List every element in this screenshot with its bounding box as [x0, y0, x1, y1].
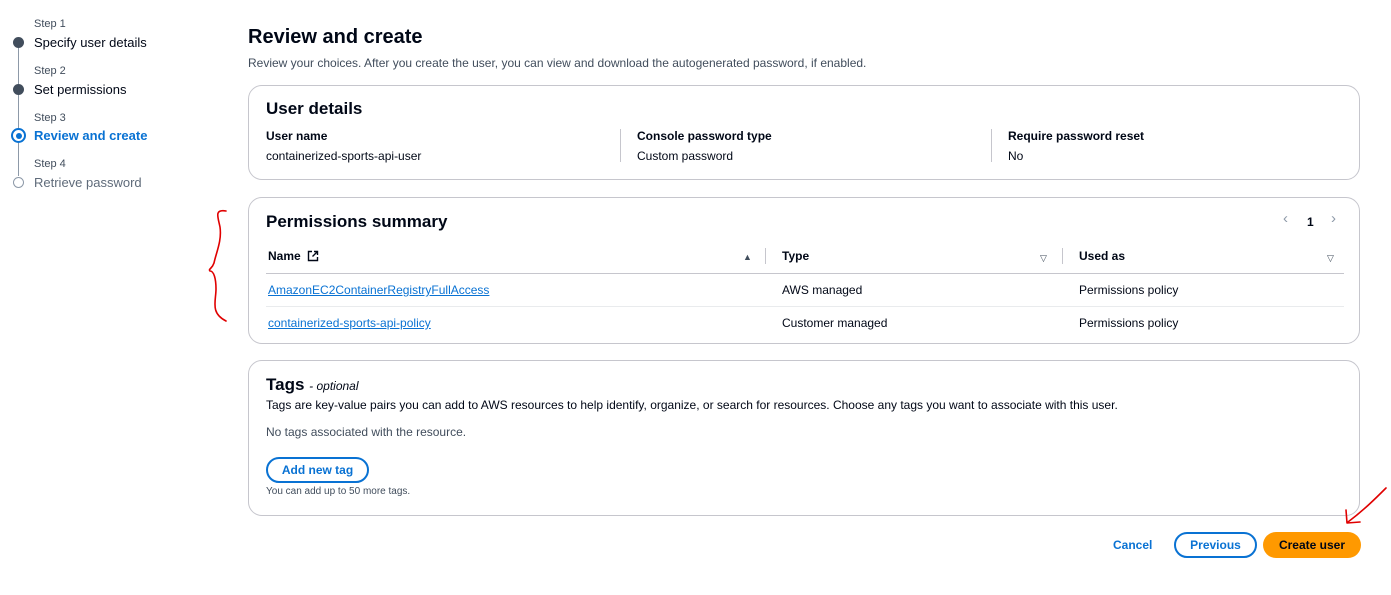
step-number: Step 2: [34, 65, 66, 77]
previous-button[interactable]: Previous: [1174, 532, 1257, 558]
step-label[interactable]: Specify user details: [34, 35, 147, 50]
policy-link[interactable]: containerized-sports-api-policy: [268, 316, 431, 330]
step-number: Step 4: [34, 158, 66, 170]
step-label[interactable]: Set permissions: [34, 82, 126, 97]
field-password-type: Console password type Custom password: [637, 129, 772, 163]
chevron-left-icon[interactable]: ‹: [1283, 210, 1288, 227]
sort-icon[interactable]: ▽: [1040, 253, 1047, 264]
column-header-type[interactable]: Type: [782, 249, 809, 263]
step-connector: [18, 48, 19, 84]
page-title: Review and create: [248, 26, 423, 48]
step-pending-icon: [13, 177, 24, 188]
step-number: Step 1: [34, 18, 66, 30]
table-divider: [266, 306, 1344, 307]
page-description: Review your choices. After you create th…: [248, 56, 867, 70]
policy-link[interactable]: AmazonEC2ContainerRegistryFullAccess: [268, 283, 489, 297]
step-label: Retrieve password: [34, 175, 142, 190]
annotation-arrow-icon: [1345, 487, 1387, 524]
column-separator: [765, 248, 766, 264]
tags-card: Tags - optional Tags are key-value pairs…: [248, 360, 1360, 516]
wizard-steps: Step 1 Specify user details Step 2 Set p…: [0, 0, 230, 595]
user-details-card: User details User name containerized-spo…: [248, 85, 1360, 180]
step-complete-icon: [13, 84, 24, 95]
policy-used-as-cell: Permissions policy: [1079, 283, 1179, 297]
cancel-button[interactable]: Cancel: [1113, 538, 1152, 552]
card-title: Tags - optional: [266, 375, 359, 395]
tags-description: Tags are key-value pairs you can add to …: [266, 398, 1118, 412]
optional-label: - optional: [309, 379, 359, 393]
field-value: Custom password: [637, 149, 734, 163]
step-connector: [18, 143, 19, 176]
column-header-name[interactable]: Name: [268, 249, 319, 263]
sort-icon[interactable]: ▽: [1327, 253, 1334, 264]
step-number: Step 3: [34, 112, 66, 124]
sort-ascending-icon[interactable]: ▲: [743, 252, 752, 262]
chevron-right-icon[interactable]: ›: [1331, 210, 1336, 227]
policy-type-cell: AWS managed: [782, 283, 863, 297]
column-header-label: Name: [268, 249, 301, 263]
field-label: Console password type: [637, 129, 772, 143]
column-separator: [1062, 248, 1063, 264]
step-label: Review and create: [34, 128, 148, 143]
add-new-tag-button[interactable]: Add new tag: [266, 457, 369, 483]
create-user-button[interactable]: Create user: [1263, 532, 1361, 558]
field-value: containerized-sports-api-user: [266, 149, 422, 163]
card-title: User details: [266, 99, 363, 118]
column-divider: [991, 129, 992, 162]
table-divider: [266, 273, 1344, 274]
step-current-icon: [11, 128, 26, 143]
external-link-icon: [307, 250, 319, 262]
step-connector: [18, 95, 19, 128]
tags-hint: You can add up to 50 more tags.: [266, 486, 411, 497]
card-title: Permissions summary: [266, 212, 448, 231]
annotation-brace-icon: [208, 209, 227, 322]
field-label: User name: [266, 129, 328, 143]
field-label: Require password reset: [1008, 129, 1145, 143]
tags-title: Tags: [266, 375, 305, 394]
column-header-used-as[interactable]: Used as: [1079, 249, 1125, 263]
field-user-name: User name containerized-sports-api-user: [266, 129, 421, 163]
field-password-reset: Require password reset No: [1008, 129, 1144, 163]
policy-name-cell: containerized-sports-api-policy: [268, 316, 431, 330]
permissions-summary-card: Permissions summary ‹ 1 › Name ▲ Type ▽ …: [248, 197, 1360, 344]
policy-name-cell: AmazonEC2ContainerRegistryFullAccess: [268, 283, 489, 297]
policy-used-as-cell: Permissions policy: [1079, 316, 1179, 330]
step-complete-icon: [13, 37, 24, 48]
tags-empty-text: No tags associated with the resource.: [266, 425, 467, 439]
page-number[interactable]: 1: [1307, 215, 1314, 229]
column-divider: [620, 129, 621, 162]
field-value: No: [1008, 149, 1024, 163]
policy-type-cell: Customer managed: [782, 316, 888, 330]
